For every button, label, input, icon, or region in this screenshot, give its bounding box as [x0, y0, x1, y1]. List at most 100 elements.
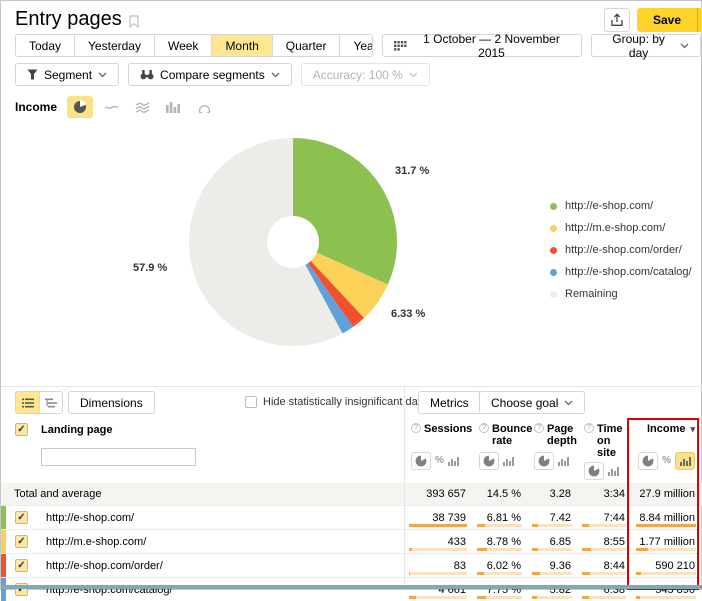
legend-item[interactable]: http://e-shop.com/order/: [550, 241, 692, 259]
hide-insignificant-checkbox[interactable]: [245, 396, 257, 408]
line-chart-icon[interactable]: [98, 96, 124, 118]
donut-slice[interactable]: [293, 138, 397, 284]
display-bars-icon[interactable]: [675, 452, 695, 470]
value-bar: [477, 572, 522, 575]
row-checkbox[interactable]: ✓: [15, 559, 28, 572]
donut-chart-svg[interactable]: [181, 129, 405, 355]
table-row[interactable]: ✓ http://e-shop.com/ 38 7396.81 %7.427:4…: [1, 505, 702, 529]
help-icon[interactable]: ?: [411, 423, 421, 433]
value-bar: [582, 596, 626, 599]
date-range-button[interactable]: 1 October — 2 November 2015: [382, 34, 582, 57]
value-bar: [636, 548, 696, 551]
table-row[interactable]: ✓ http://m.e-shop.com/ 4338.78 %6.858:55…: [1, 529, 702, 553]
period-tab-quarter[interactable]: Quarter: [272, 35, 340, 56]
dimension-header-label: Landing page: [41, 424, 113, 436]
display-pie-icon[interactable]: [534, 452, 554, 470]
help-icon[interactable]: ?: [479, 423, 489, 433]
row-color-stripe: [1, 530, 6, 553]
period-tab-today[interactable]: Today: [16, 35, 74, 56]
column-header-page-depth: ? Page depth: [527, 417, 577, 483]
column-label[interactable]: Page depth: [547, 423, 577, 449]
row-checkbox[interactable]: ✓: [15, 511, 28, 524]
cell-time-on-site: 8:44: [577, 554, 631, 577]
legend-item[interactable]: http://e-shop.com/: [550, 197, 692, 215]
date-range-label: 1 October — 2 November 2015: [413, 32, 570, 60]
column-label[interactable]: Sessions: [424, 423, 472, 449]
export-button[interactable]: [604, 8, 630, 32]
dimension-filter-input[interactable]: [41, 448, 196, 466]
row-dimension-cell: ✓ http://e-shop.com/: [1, 506, 404, 529]
choose-goal-button[interactable]: Choose goal: [479, 391, 585, 414]
cell-income: 1.77 million: [631, 530, 701, 553]
cell-page-depth: 7.42: [527, 506, 577, 529]
hide-insignificant-control[interactable]: Hide statistically insignificant data ⚙: [245, 395, 445, 409]
period-tab-yesterday[interactable]: Yesterday: [74, 35, 154, 56]
period-tab-month[interactable]: Month: [211, 35, 271, 56]
accuracy-label: Accuracy: 100 %: [313, 68, 403, 82]
value-bar: [477, 596, 522, 599]
chevron-down-icon: [409, 72, 418, 78]
metrics-label: Metrics: [430, 396, 469, 410]
column-label[interactable]: Income: [647, 423, 686, 449]
table-row[interactable]: ✓ http://e-shop.com/catalog/ 4 6617.75 %…: [1, 577, 702, 601]
group-by-button[interactable]: Group: by day: [591, 34, 701, 57]
display-pie-icon[interactable]: [638, 452, 658, 470]
row-color-stripe: [1, 506, 6, 529]
dimensions-button[interactable]: Dimensions: [68, 391, 155, 414]
display-percent-icon[interactable]: %: [662, 455, 671, 467]
accuracy-button[interactable]: Accuracy: 100 %: [301, 63, 430, 86]
save-split-button: Save: [637, 8, 702, 32]
period-tab-year[interactable]: Year: [339, 35, 372, 56]
stacked-chart-icon[interactable]: [129, 96, 155, 118]
table-header: ✓ Landing page ? Sessions % ? Bo: [1, 417, 702, 483]
save-button[interactable]: Save: [637, 8, 697, 32]
chevron-down-icon: [680, 43, 689, 49]
legend-item[interactable]: Remaining: [550, 285, 692, 303]
display-bars-icon[interactable]: [558, 456, 569, 466]
display-bars-icon[interactable]: [503, 456, 514, 466]
value-bar: [477, 548, 522, 551]
chevron-down-icon: [271, 72, 280, 78]
flat-list-view-icon[interactable]: [16, 392, 39, 413]
value-bar: [409, 548, 467, 551]
metrics-button[interactable]: Metrics: [418, 391, 481, 414]
columns-chart-icon[interactable]: [160, 96, 186, 118]
chevron-down-icon: [98, 72, 107, 78]
legend-item[interactable]: http://m.e-shop.com/: [550, 219, 692, 237]
display-pie-icon[interactable]: [479, 452, 499, 470]
calendar-icon: [394, 40, 407, 52]
table-row[interactable]: ✓ http://e-shop.com/order/ 836.02 %9.368…: [1, 553, 702, 577]
landing-page-url[interactable]: http://m.e-shop.com/: [46, 530, 146, 553]
row-checkbox[interactable]: ✓: [15, 535, 28, 548]
view-toggle-group: [15, 391, 63, 414]
save-dropdown-button[interactable]: [697, 8, 702, 32]
total-bounce-rate: 14.5 %: [472, 483, 527, 505]
display-bars-icon[interactable]: [608, 466, 619, 476]
help-icon[interactable]: ?: [584, 423, 594, 433]
column-label[interactable]: Time on site: [597, 423, 631, 459]
tree-view-icon[interactable]: [39, 392, 62, 413]
display-pie-icon[interactable]: [584, 462, 604, 480]
display-bars-icon[interactable]: [448, 456, 459, 466]
legend-item[interactable]: http://e-shop.com/catalog/: [550, 263, 692, 281]
compare-segments-button[interactable]: Compare segments: [128, 63, 292, 86]
display-percent-icon[interactable]: %: [435, 455, 444, 467]
display-pie-icon[interactable]: [411, 452, 431, 470]
pie-chart-icon[interactable]: [67, 96, 93, 118]
select-all-checkbox[interactable]: ✓: [15, 423, 28, 436]
export-icon: [610, 13, 624, 27]
landing-page-url[interactable]: http://e-shop.com/order/: [46, 554, 163, 577]
funnel-icon: [27, 69, 38, 80]
help-icon[interactable]: ?: [534, 423, 544, 433]
cell-time-on-site: 8:55: [577, 530, 631, 553]
bookmark-icon[interactable]: [129, 12, 139, 28]
value-bar: [409, 572, 467, 575]
geo-pin-icon[interactable]: [191, 96, 217, 118]
page-title-text: Entry pages: [15, 8, 122, 31]
binoculars-icon: [140, 69, 154, 80]
choose-goal-label: Choose goal: [491, 396, 558, 410]
period-tab-week[interactable]: Week: [154, 35, 211, 56]
segment-button[interactable]: Segment: [15, 63, 119, 86]
landing-page-url[interactable]: http://e-shop.com/: [46, 506, 134, 529]
value-bar: [532, 548, 572, 551]
